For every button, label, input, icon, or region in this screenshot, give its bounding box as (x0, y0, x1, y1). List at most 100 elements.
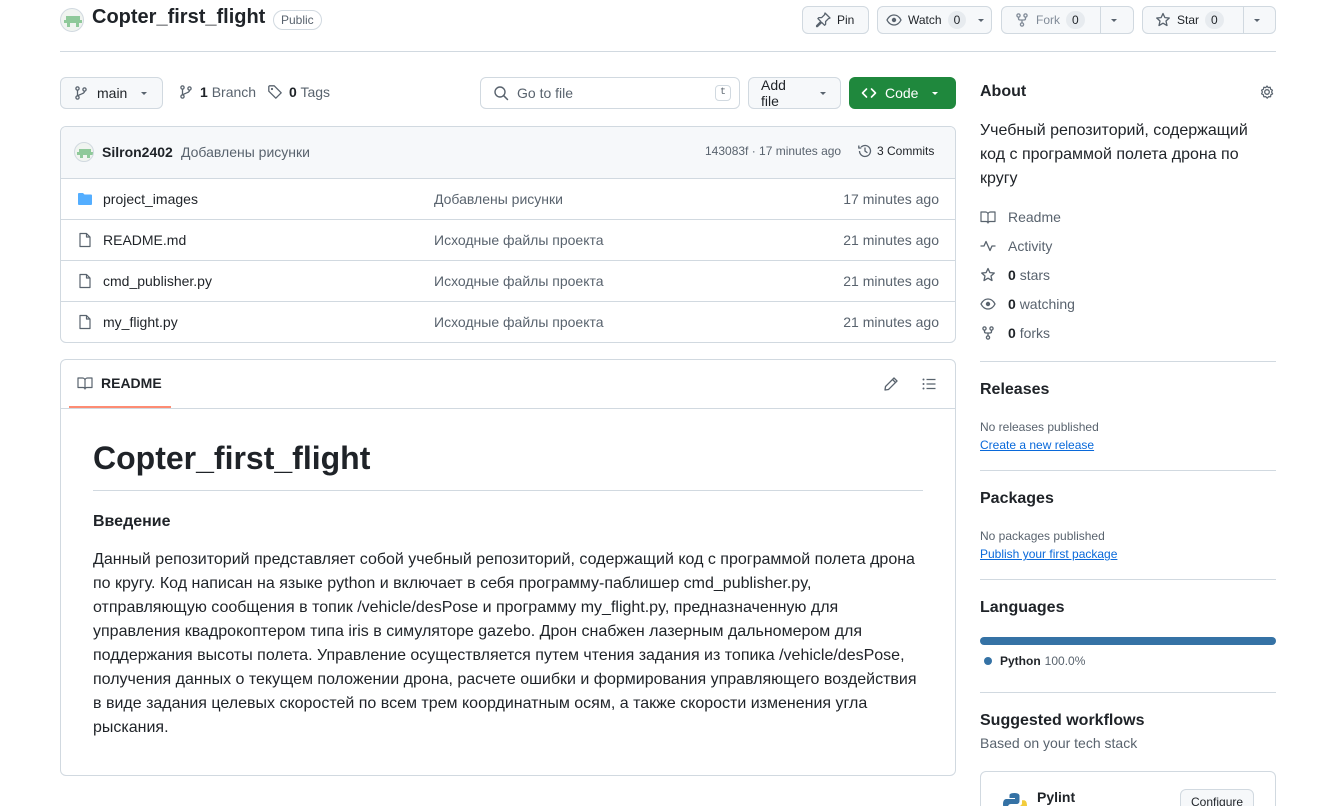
author-avatar[interactable] (74, 142, 94, 162)
code-button[interactable]: Code (849, 77, 956, 109)
git-branch-icon (73, 85, 89, 101)
code-label: Code (885, 85, 919, 101)
readme-label: Readme (1008, 209, 1061, 225)
tag-icon (267, 84, 283, 100)
releases-empty-text: No releases published (980, 420, 1099, 434)
about-forks-link[interactable]: 0 forks (980, 325, 1050, 341)
about-watching-link[interactable]: 0 watching (980, 296, 1075, 312)
readme-header: README (61, 360, 955, 409)
watch-label: Watch (908, 13, 942, 27)
packages-title[interactable]: Packages (980, 490, 1054, 508)
pulse-icon (980, 238, 996, 254)
add-file-button[interactable]: Add file (748, 77, 841, 109)
pencil-icon[interactable] (883, 376, 899, 392)
about-title: About (980, 83, 1027, 100)
configure-button[interactable]: Configure (1180, 789, 1255, 806)
chevron-down-icon (818, 88, 828, 98)
go-to-file-search[interactable]: t (480, 77, 740, 109)
readme-title: Copter_first_flight (93, 440, 923, 491)
releases-title[interactable]: Releases (980, 381, 1049, 399)
forks-count: 0 (1008, 325, 1016, 341)
file-commit-message[interactable]: Исходные файлы проекта (434, 314, 604, 330)
visibility-badge: Public (273, 10, 322, 30)
about-activity-link[interactable]: Activity (980, 238, 1052, 254)
go-to-file-input[interactable] (517, 85, 707, 101)
branches-link[interactable]: 1 Branch (178, 84, 256, 100)
history-icon (857, 143, 873, 159)
publish-package-link[interactable]: Publish your first package (980, 547, 1117, 561)
language-bar (980, 637, 1276, 645)
workflow-name: Pylint (1037, 789, 1076, 805)
language-color-dot (984, 657, 992, 665)
file-icon (77, 314, 93, 330)
workflows-title: Suggested workflows (980, 712, 1145, 729)
readme-tab-label: README (101, 375, 162, 391)
add-file-label: Add file (761, 77, 786, 109)
about-stars-link[interactable]: 0 stars (980, 267, 1050, 283)
file-name[interactable]: project_images (103, 191, 198, 207)
file-name[interactable]: cmd_publisher.py (103, 273, 212, 289)
workflows-subtitle: Based on your tech stack (980, 735, 1138, 751)
language-bar-python (980, 637, 1276, 645)
python-logo-icon (1001, 791, 1029, 806)
shortcut-hint: t (714, 85, 731, 101)
chevron-down-icon (930, 88, 940, 98)
readme-panel: README Copter_first_flight Введение Данн… (60, 359, 956, 776)
create-release-link[interactable]: Create a new release (980, 438, 1094, 452)
file-commit-message[interactable]: Исходные файлы проекта (434, 232, 604, 248)
branch-name: main (97, 85, 128, 101)
file-browser: Silron2402 Добавлены рисунки 143083f · 1… (60, 126, 956, 343)
tags-link[interactable]: 0 Tags (267, 84, 330, 100)
commits-link[interactable]: 3 Commits (857, 143, 934, 159)
search-icon (493, 85, 509, 101)
gear-icon[interactable] (1259, 84, 1275, 100)
forks-label: forks (1019, 325, 1051, 341)
watch-count: 0 (947, 11, 967, 29)
file-row[interactable]: my_flight.py Исходные файлы проекта 21 m… (61, 302, 955, 342)
pin-icon (815, 12, 831, 28)
eye-icon (980, 296, 996, 312)
about-readme-link[interactable]: Readme (980, 209, 1061, 225)
sidebar-divider (980, 692, 1276, 693)
branches-label: Branch (211, 84, 257, 100)
commit-meta[interactable]: 143083f · 17 minutes ago (705, 144, 841, 158)
languages-title: Languages (980, 599, 1065, 616)
file-row[interactable]: cmd_publisher.py Исходные файлы проекта … (61, 261, 955, 302)
sidebar-divider (980, 361, 1276, 362)
owner-avatar[interactable] (60, 8, 84, 32)
file-row[interactable]: README.md Исходные файлы проекта 21 minu… (61, 220, 955, 261)
pin-label: Pin (837, 13, 855, 27)
watching-label: watching (1019, 296, 1075, 312)
tags-label: Tags (300, 84, 331, 100)
language-item-python[interactable]: Python 100.0% (984, 654, 1085, 668)
list-icon[interactable] (921, 376, 937, 392)
readme-content: Copter_first_flight Введение Данный репо… (93, 440, 923, 740)
file-row[interactable]: project_images Добавлены рисунки 17 minu… (61, 179, 955, 220)
workflow-card: Pylint Configure (980, 771, 1276, 806)
file-name[interactable]: my_flight.py (103, 314, 178, 330)
file-icon (77, 273, 93, 289)
book-icon (77, 375, 93, 391)
language-percent: 100.0% (1044, 654, 1086, 668)
file-name[interactable]: README.md (103, 232, 186, 248)
chevron-down-icon (139, 88, 149, 98)
packages-empty-text: No packages published (980, 529, 1105, 543)
file-date: 17 minutes ago (843, 191, 939, 207)
file-commit-message[interactable]: Добавлены рисунки (434, 191, 563, 207)
pin-button[interactable]: Pin (802, 6, 869, 34)
branch-selector[interactable]: main (60, 77, 163, 109)
tab-readme[interactable]: README (69, 360, 171, 408)
commit-message[interactable]: Добавлены рисунки (181, 144, 310, 160)
repo-name[interactable]: Copter_first_flight (92, 6, 265, 29)
fork-icon (980, 325, 996, 341)
watch-button[interactable]: Watch 0 (877, 6, 992, 34)
git-branch-icon (178, 84, 194, 100)
file-date: 21 minutes ago (843, 232, 939, 248)
language-name: Python (1000, 654, 1041, 668)
eye-icon (886, 12, 902, 28)
star-icon (980, 267, 996, 283)
activity-label: Activity (1008, 238, 1053, 254)
commit-author[interactable]: Silron2402 (102, 144, 173, 160)
file-commit-message[interactable]: Исходные файлы проекта (434, 273, 604, 289)
sidebar: About Учебный репозиторий, содержащий ко… (980, 0, 1276, 806)
